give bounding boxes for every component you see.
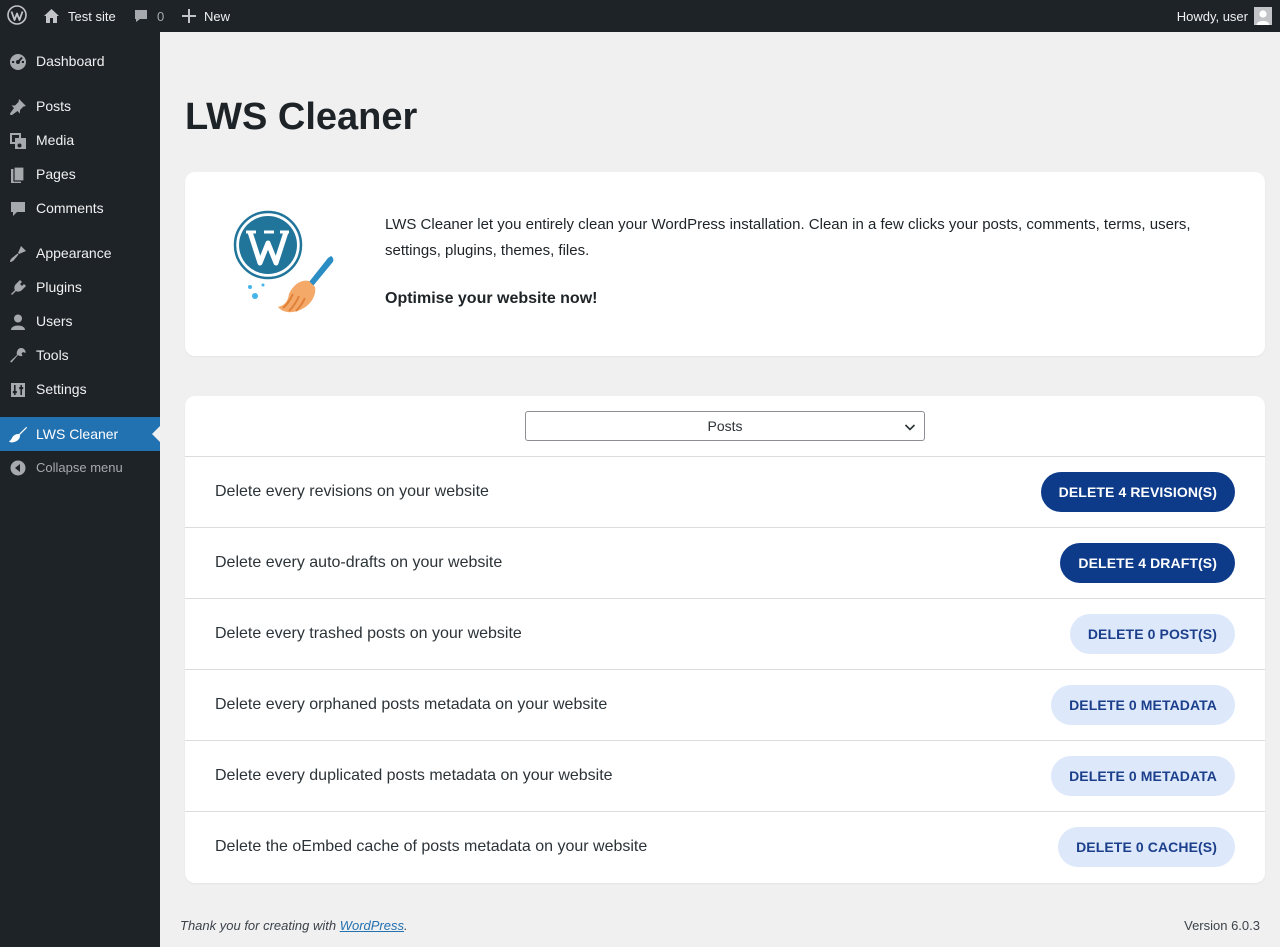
sidebar-item-pages[interactable]: Pages	[0, 157, 160, 191]
comment-icon	[8, 199, 28, 219]
admin-bar: Test site 0 New Howdy, user	[0, 0, 1280, 32]
howdy-text: Howdy, user	[1176, 8, 1248, 24]
delete-cache-button[interactable]: DELETE 0 CACHE(S)	[1058, 827, 1235, 867]
intro-callout: Optimise your website now!	[385, 290, 598, 307]
cleaner-row-orphaned-metadata: Delete every orphaned posts metadata on …	[185, 669, 1265, 740]
sidebar-item-label: Settings	[36, 381, 87, 397]
cleaner-type-value: Posts	[707, 418, 743, 434]
sidebar-item-label: LWS Cleaner	[36, 426, 119, 442]
site-name-link[interactable]: Test site	[43, 0, 116, 32]
footer-thanks-prefix: Thank you for creating with	[180, 918, 340, 933]
sidebar-item-settings[interactable]: Settings	[0, 372, 160, 406]
sidebar-item-label: Comments	[36, 200, 104, 216]
account-menu[interactable]: Howdy, user	[1177, 0, 1272, 32]
pin-icon	[8, 97, 28, 117]
delete-orphaned-metadata-button[interactable]: DELETE 0 METADATA	[1051, 685, 1235, 725]
delete-posts-button[interactable]: DELETE 0 POST(S)	[1069, 614, 1235, 654]
sidebar-item-label: Users	[36, 313, 73, 329]
cleaner-row-trashed-posts: Delete every trashed posts on your websi…	[185, 598, 1265, 669]
cleaner-row-label: Delete every auto-drafts on your website	[215, 554, 503, 571]
footer-version: Version 6.0.3	[1184, 918, 1260, 933]
footer-thanks: Thank you for creating with WordPress.	[180, 918, 408, 933]
sliders-icon	[8, 380, 28, 400]
intro-description: LWS Cleaner let you entirely clean your …	[385, 216, 1191, 259]
sidebar-item-posts[interactable]: Posts	[0, 89, 160, 123]
wordpress-logo-icon	[7, 4, 27, 28]
sidebar-item-lws-cleaner[interactable]: LWS Cleaner	[0, 417, 160, 451]
cleaner-row-auto-drafts: Delete every auto-drafts on your website…	[185, 527, 1265, 598]
cleaner-row-oembed-cache: Delete the oEmbed cache of posts metadat…	[185, 811, 1265, 882]
cleaner-row-label: Delete every duplicated posts metadata o…	[215, 767, 613, 784]
delete-drafts-button[interactable]: DELETE 4 DRAFT(S)	[1060, 543, 1235, 583]
chevron-down-icon	[904, 420, 916, 436]
sidebar-item-tools[interactable]: Tools	[0, 338, 160, 372]
cleaner-card: Posts Delete every revisions on your web…	[185, 396, 1265, 883]
dashboard-icon	[8, 52, 28, 72]
wrench-icon	[8, 346, 28, 366]
comments-count: 0	[157, 8, 165, 24]
sidebar-item-dashboard[interactable]: Dashboard	[0, 44, 160, 78]
new-content-link[interactable]: New	[182, 0, 230, 32]
sidebar-item-label: Tools	[36, 347, 69, 363]
cleaner-row-label: Delete the oEmbed cache of posts metadat…	[215, 838, 648, 855]
delete-revisions-button[interactable]: DELETE 4 REVISION(S)	[1040, 472, 1235, 512]
sidebar-item-users[interactable]: Users	[0, 304, 160, 338]
intro-card: LWS Cleaner let you entirely clean your …	[185, 172, 1265, 356]
admin-sidebar: Dashboard Posts Media Pages Comments App…	[0, 32, 160, 947]
lws-cleaner-logo	[233, 210, 339, 316]
sidebar-item-appearance[interactable]: Appearance	[0, 236, 160, 270]
media-icon	[8, 131, 28, 151]
collapse-icon	[8, 458, 28, 478]
sidebar-item-label: Media	[36, 132, 75, 148]
brush-icon	[8, 244, 28, 264]
sidebar-item-label: Posts	[36, 98, 72, 114]
wordpress-logo-link[interactable]	[7, 0, 27, 32]
plus-icon	[182, 9, 196, 23]
cleaner-row-revisions: Delete every revisions on your website D…	[185, 456, 1265, 527]
site-name: Test site	[68, 8, 116, 24]
sidebar-item-label: Pages	[36, 166, 76, 182]
sidebar-item-label: Dashboard	[36, 53, 105, 69]
cleaner-type-select[interactable]: Posts	[525, 411, 925, 441]
cleaner-row-label: Delete every revisions on your website	[215, 483, 489, 500]
new-label: New	[204, 8, 231, 24]
avatar	[1254, 7, 1272, 25]
home-icon	[43, 8, 60, 24]
sidebar-item-label: Appearance	[36, 245, 112, 261]
sidebar-item-media[interactable]: Media	[0, 123, 160, 157]
cleaner-row-label: Delete every trashed posts on your websi…	[215, 625, 522, 642]
comments-link[interactable]: 0	[133, 0, 164, 32]
pages-icon	[8, 165, 28, 185]
collapse-menu-button[interactable]: Collapse menu	[0, 450, 160, 484]
plug-icon	[8, 278, 28, 298]
collapse-menu-label: Collapse menu	[36, 459, 123, 475]
footer-thanks-suffix: .	[404, 918, 408, 933]
sidebar-item-plugins[interactable]: Plugins	[0, 270, 160, 304]
cleaner-row-label: Delete every orphaned posts metadata on …	[215, 696, 608, 713]
page-title: LWS Cleaner	[185, 96, 418, 138]
comment-icon	[133, 8, 149, 24]
cleaner-row-duplicated-metadata: Delete every duplicated posts metadata o…	[185, 740, 1265, 811]
sidebar-item-label: Plugins	[36, 279, 82, 295]
sidebar-item-comments[interactable]: Comments	[0, 191, 160, 225]
wordpress-link[interactable]: WordPress	[340, 918, 404, 933]
delete-duplicated-metadata-button[interactable]: DELETE 0 METADATA	[1051, 756, 1235, 796]
broom-icon	[8, 425, 28, 445]
user-icon	[8, 312, 28, 332]
